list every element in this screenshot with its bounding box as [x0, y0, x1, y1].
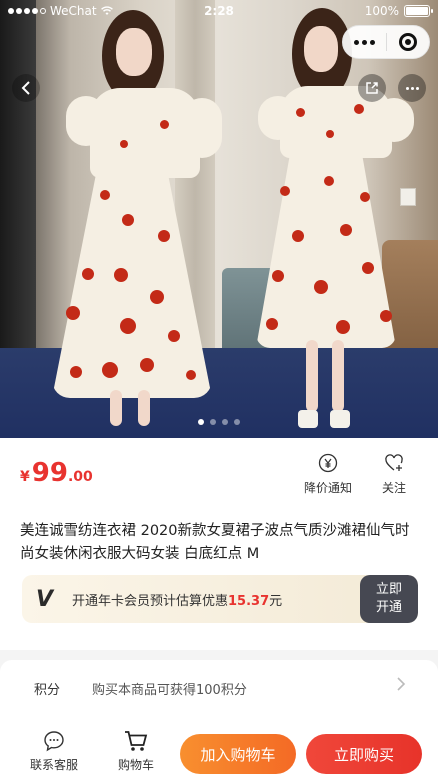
more-dots-icon[interactable] [343, 39, 386, 45]
follow-label: 关注 [382, 481, 407, 495]
back-button[interactable] [12, 74, 40, 102]
product-image-gallery[interactable] [0, 0, 438, 438]
gallery-pager [0, 419, 438, 425]
pager-dot [234, 419, 240, 425]
vip-logo: V [36, 587, 54, 612]
miniprogram-capsule [342, 25, 430, 59]
share-icon [366, 82, 378, 94]
cart-label: 购物车 [118, 758, 155, 772]
shopping-cart-icon [124, 729, 148, 753]
share-button[interactable] [358, 74, 386, 102]
pager-dot [222, 419, 228, 425]
price-alert-label: 降价通知 [304, 481, 353, 495]
model-left [40, 0, 222, 438]
product-title: 美连诚雪纺连衣裙 2020新款女夏裙子波点气质沙滩裙仙气时尚女装休闲衣服大码女装… [20, 523, 410, 562]
close-circle-icon[interactable] [386, 33, 429, 51]
battery-icon [404, 5, 433, 17]
add-to-cart-button[interactable]: 加入购物车 [180, 734, 296, 774]
points-label: 积分 [34, 683, 61, 698]
status-bar: WeChat 2:28 100% [0, 0, 438, 22]
chevron-left-icon [21, 81, 30, 95]
pager-dot-active [198, 419, 204, 425]
customer-service-button[interactable]: 联系客服 [30, 729, 78, 773]
battery-percent: 100% [364, 4, 399, 18]
chevron-right-icon [396, 676, 406, 697]
bottom-action-bar: 联系客服 购物车 加入购物车 立即购买 [0, 712, 438, 778]
pager-dot [210, 419, 216, 425]
product-price: ¥ 99 .00 [20, 458, 93, 488]
points-row[interactable]: 积分 购买本商品可获得100积分 [0, 660, 438, 712]
vip-discount: 15.37 [228, 594, 270, 609]
more-options-button[interactable] [398, 74, 426, 102]
vip-open-button[interactable]: 立即 开通 [360, 575, 418, 623]
vip-promo-banner[interactable]: V 开通年卡会员预计估算优惠15.37元 立即 开通 [22, 575, 418, 623]
follow-button[interactable]: 关注 [382, 453, 406, 496]
product-info-card: ¥ 99 .00 降价通知 关注 美连诚雪纺连衣裙 2020新款女夏裙子波点气质… [0, 438, 438, 650]
cart-button[interactable]: 购物车 [118, 729, 154, 773]
customer-service-label: 联系客服 [30, 758, 79, 772]
price-alert-button[interactable]: 降价通知 [304, 453, 352, 496]
model-right [236, 0, 414, 438]
chat-bubble-icon [42, 729, 66, 753]
buy-now-button[interactable]: 立即购买 [306, 734, 422, 774]
heart-plus-icon [384, 453, 404, 473]
points-description: 购买本商品可获得100积分 [92, 683, 247, 698]
yen-bell-icon [318, 453, 338, 473]
vip-promo-text: 开通年卡会员预计估算优惠15.37元 [72, 594, 283, 609]
